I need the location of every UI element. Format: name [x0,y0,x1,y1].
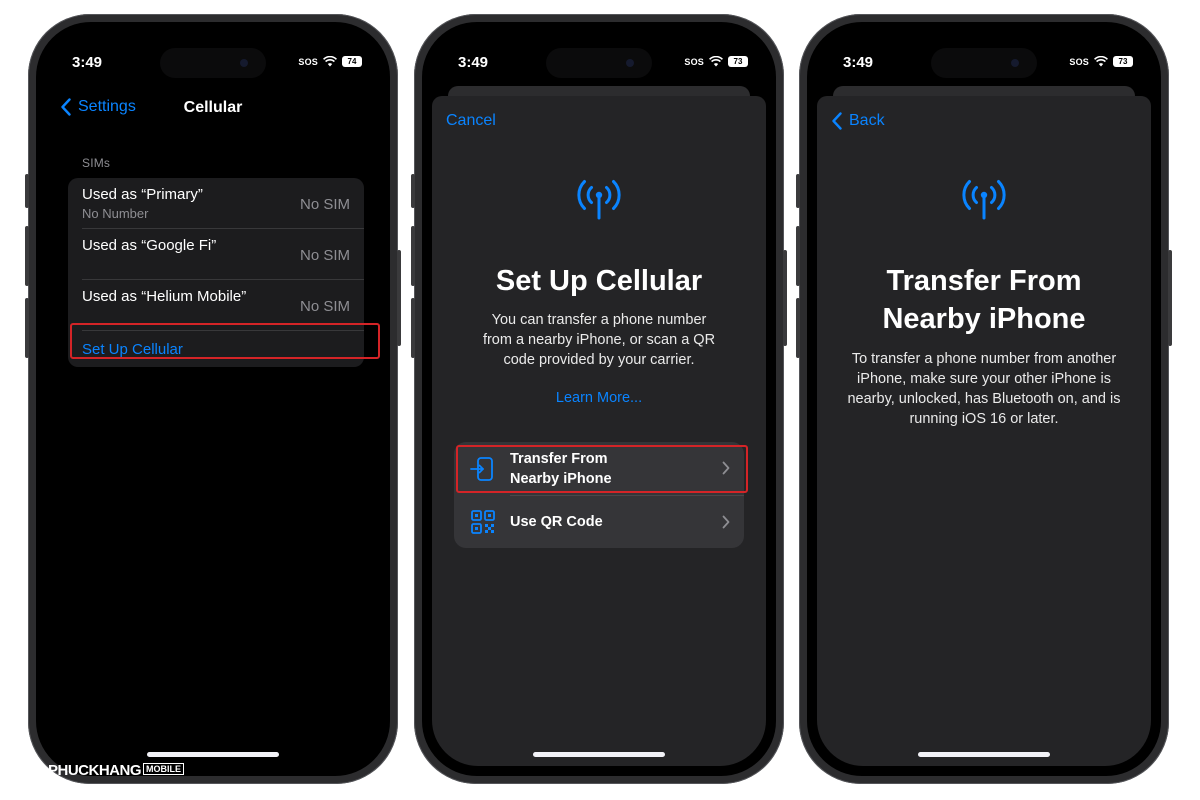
volume-down-button [796,298,800,358]
volume-up-button [796,226,800,286]
sheet-title: Transfer From Nearby iPhone [882,265,1086,335]
phone-set-up-cellular: 3:49 SOS 73 Cancel Set Up Cellular You c… [411,14,787,784]
screen: 3:49 SOS 74 Settings Cellular SIMs Used … [46,32,380,766]
cancel-label: Cancel [446,112,496,129]
cancel-button[interactable]: Cancel [446,112,496,130]
sos-indicator: SOS [298,56,318,67]
volume-down-button [411,298,415,358]
nav-bar: Settings Cellular [46,98,380,124]
camera [626,59,634,67]
camera [240,59,248,67]
wifi-icon [323,56,337,67]
power-button [397,250,401,346]
action-button [411,174,415,208]
action-button [25,174,29,208]
sim-subtitle: No Number [82,206,149,221]
sim-title: Used as “Primary” [82,186,203,203]
home-indicator[interactable] [533,752,665,757]
action-button [796,174,800,208]
camera [1011,59,1019,67]
cellular-antenna-icon [962,180,1006,220]
sheet-description: You can transfer a phone number from a n… [482,312,716,368]
power-button [783,250,787,346]
sim-title: Used as “Google Fi” [82,237,217,254]
power-button [1168,250,1172,346]
chevron-left-icon [832,112,842,130]
wifi-icon [709,56,723,67]
sims-list: Used as “Primary” No Number No SIM Used … [68,178,364,367]
status-time: 3:49 [72,54,103,71]
phone-transfer-from-nearby: 3:49 SOS 73 Back Transfer From Nearby iP… [796,14,1172,784]
wifi-icon [1094,56,1108,67]
screen: 3:49 SOS 73 Cancel Set Up Cellular You c… [432,32,766,766]
section-header-sims: SIMs [82,156,111,170]
option-label: Use QR Code [510,514,603,530]
dynamic-island [546,48,652,78]
bezel: 3:49 SOS 73 Back Transfer From Nearby iP… [807,22,1161,776]
transfer-sheet: Back Transfer From Nearby iPhone To tran… [817,96,1151,766]
option-label: Transfer From Nearby iPhone [510,450,612,487]
sim-status: No SIM [299,247,350,264]
set-up-cellular-label: Set Up Cellular [82,341,183,358]
back-button[interactable]: Back [831,112,885,130]
battery-indicator: 74 [342,56,362,67]
sim-status: No SIM [299,298,350,315]
battery-indicator: 73 [1113,56,1133,67]
bezel: 3:49 SOS 73 Cancel Set Up Cellular You c… [422,22,776,776]
qr-code-icon [471,510,495,534]
phone-cellular-settings: 3:49 SOS 74 Settings Cellular SIMs Used … [25,14,401,784]
setup-options-list: Transfer From Nearby iPhone Use QR Code [454,442,744,548]
status-time: 3:49 [843,54,874,71]
transfer-from-nearby-iphone-option[interactable]: Transfer From Nearby iPhone [454,442,744,495]
chevron-right-icon [722,461,730,475]
sim-row-google-fi[interactable]: Used as “Google Fi” No SIM [82,229,364,280]
chevron-right-icon [722,515,730,529]
use-qr-code-option[interactable]: Use QR Code [471,495,744,548]
sheet-title: Set Up Cellular [495,265,703,297]
sim-status: No SIM [299,196,350,213]
learn-more-link[interactable]: Learn More... [432,390,766,406]
home-indicator[interactable] [147,752,279,757]
watermark: PHUCKHANG MOBILE [48,762,184,779]
setup-sheet: Cancel Set Up Cellular You can transfer … [432,96,766,766]
sos-indicator: SOS [684,56,704,67]
screen: 3:49 SOS 73 Back Transfer From Nearby iP… [817,32,1151,766]
volume-up-button [25,226,29,286]
volume-up-button [411,226,415,286]
watermark-text: PHUCKHANG [48,762,142,779]
sim-row-primary[interactable]: Used as “Primary” No Number No SIM [82,178,364,229]
sheet-description: To transfer a phone number from another … [847,351,1121,427]
sim-row-helium-mobile[interactable]: Used as “Helium Mobile” No SIM [82,280,364,331]
home-indicator[interactable] [918,752,1050,757]
set-up-cellular-button[interactable]: Set Up Cellular [82,331,364,367]
cellular-antenna-icon [577,180,621,220]
dynamic-island [931,48,1037,78]
battery-indicator: 73 [728,56,748,67]
sos-indicator: SOS [1069,56,1089,67]
back-label: Back [849,112,885,129]
watermark-tag: MOBILE [143,763,184,775]
phone-transfer-icon [470,456,493,481]
dynamic-island [160,48,266,78]
status-time: 3:49 [458,54,489,71]
sim-title: Used as “Helium Mobile” [82,288,247,305]
volume-down-button [25,298,29,358]
page-title: Cellular [183,99,243,116]
bezel: 3:49 SOS 74 Settings Cellular SIMs Used … [36,22,390,776]
